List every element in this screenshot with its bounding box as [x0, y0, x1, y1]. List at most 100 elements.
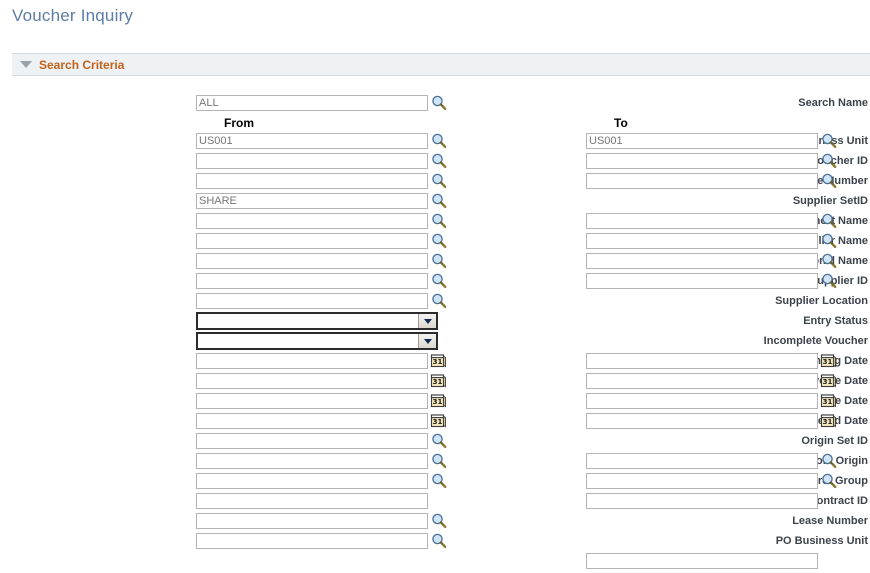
field-input-from[interactable]: [196, 193, 428, 209]
magnifier-icon[interactable]: [430, 152, 447, 169]
column-header-row: From To: [0, 116, 870, 133]
field-input-to[interactable]: [586, 253, 818, 269]
field-input-to[interactable]: [586, 233, 818, 249]
field-row: Entry Status: [0, 312, 870, 333]
field-label: Origin Set ID: [801, 435, 868, 447]
column-header-from: From: [224, 116, 254, 130]
field-input-from[interactable]: [196, 293, 428, 309]
search-criteria-form: Search Name From To From Business UnitFr…: [0, 95, 870, 573]
field-row: Lease Number: [0, 513, 870, 533]
svg-text:31: 31: [433, 418, 443, 426]
field-row: From Control Group: [0, 473, 870, 493]
field-input-to[interactable]: [586, 453, 818, 469]
field-input-to[interactable]: [586, 173, 818, 189]
field-input-from[interactable]: [196, 213, 428, 229]
search-criteria-label: Search Criteria: [39, 57, 125, 72]
field-input-to[interactable]: [586, 493, 818, 509]
field-input-to[interactable]: [586, 393, 818, 409]
field-select-from[interactable]: [196, 332, 438, 350]
field-row: From Voucher ID: [0, 153, 870, 173]
svg-text:31: 31: [823, 358, 833, 366]
field-input-from[interactable]: [196, 433, 428, 449]
field-input-to[interactable]: [586, 353, 818, 369]
magnifier-icon[interactable]: [430, 472, 447, 489]
magnifier-icon[interactable]: [820, 252, 837, 269]
magnifier-icon[interactable]: [820, 232, 837, 249]
magnifier-icon[interactable]: [430, 452, 447, 469]
field-label-search-name: Search Name: [798, 97, 868, 109]
calendar-icon[interactable]: 31: [820, 392, 837, 409]
magnifier-icon[interactable]: [430, 94, 447, 111]
field-input-to[interactable]: [586, 153, 818, 169]
magnifier-icon[interactable]: [430, 432, 447, 449]
field-row: From Invoice Number: [0, 173, 870, 193]
magnifier-icon[interactable]: [430, 252, 447, 269]
calendar-icon[interactable]: 31: [430, 352, 447, 369]
column-header-to: To: [614, 116, 628, 130]
search-criteria-section-header[interactable]: Search Criteria: [12, 53, 870, 76]
field-label: Supplier SetID: [792, 195, 868, 207]
field-row-search-name: Search Name: [0, 95, 870, 116]
field-row: From Supplier Short Name: [0, 213, 870, 233]
field-input-to[interactable]: [586, 213, 818, 229]
field-input-to[interactable]: [586, 133, 818, 149]
field-input-from[interactable]: [196, 233, 428, 249]
svg-text:31: 31: [823, 378, 833, 386]
svg-text:31: 31: [823, 418, 833, 426]
field-input-from[interactable]: [196, 173, 428, 189]
magnifier-icon[interactable]: [820, 172, 837, 189]
calendar-icon[interactable]: 31: [820, 372, 837, 389]
triangle-down-icon[interactable]: [20, 61, 32, 68]
field-input-to[interactable]: [586, 413, 818, 429]
magnifier-icon[interactable]: [430, 532, 447, 549]
calendar-icon[interactable]: 31: [430, 412, 447, 429]
field-row: From Origin: [0, 453, 870, 473]
magnifier-icon[interactable]: [820, 152, 837, 169]
magnifier-icon[interactable]: [820, 452, 837, 469]
svg-text:31: 31: [433, 378, 443, 386]
field-input-from[interactable]: [196, 473, 428, 489]
field-input-to[interactable]: [586, 473, 818, 489]
magnifier-icon[interactable]: [430, 292, 447, 309]
field-input-from[interactable]: [196, 353, 428, 369]
magnifier-icon[interactable]: [820, 212, 837, 229]
field-input-from[interactable]: [196, 393, 428, 409]
field-input-from[interactable]: [196, 413, 428, 429]
calendar-icon[interactable]: 31: [820, 352, 837, 369]
field-input-from[interactable]: [196, 373, 428, 389]
field-input-from[interactable]: [196, 533, 428, 549]
magnifier-icon[interactable]: [820, 132, 837, 149]
chevron-down-icon[interactable]: [418, 334, 436, 348]
field-input-from[interactable]: [196, 513, 428, 529]
calendar-icon[interactable]: 31: [430, 392, 447, 409]
magnifier-icon[interactable]: [430, 172, 447, 189]
field-input-from[interactable]: [196, 493, 428, 509]
magnifier-icon[interactable]: [430, 212, 447, 229]
svg-text:31: 31: [823, 398, 833, 406]
field-input-from[interactable]: [196, 453, 428, 469]
page-title: Voucher Inquiry: [12, 6, 134, 25]
calendar-icon[interactable]: 31: [820, 412, 837, 429]
field-label: Entry Status: [803, 315, 868, 327]
svg-text:31: 31: [433, 398, 443, 406]
magnifier-icon[interactable]: [430, 272, 447, 289]
magnifier-icon[interactable]: [430, 232, 447, 249]
field-select-from[interactable]: [196, 312, 438, 330]
magnifier-icon[interactable]: [820, 472, 837, 489]
field-row: From Contract ID: [0, 493, 870, 513]
field-input-to[interactable]: [586, 553, 818, 569]
field-input-to[interactable]: [586, 273, 818, 289]
field-input-to[interactable]: [586, 373, 818, 389]
calendar-icon[interactable]: 31: [430, 372, 447, 389]
magnifier-icon[interactable]: [430, 132, 447, 149]
field-input-from[interactable]: [196, 133, 428, 149]
field-label: Supplier Location: [775, 295, 868, 307]
magnifier-icon[interactable]: [820, 272, 837, 289]
field-input-from[interactable]: [196, 273, 428, 289]
search-name-input[interactable]: [196, 95, 428, 111]
field-input-from[interactable]: [196, 253, 428, 269]
chevron-down-icon[interactable]: [418, 314, 436, 328]
magnifier-icon[interactable]: [430, 512, 447, 529]
magnifier-icon[interactable]: [430, 192, 447, 209]
field-input-from[interactable]: [196, 153, 428, 169]
